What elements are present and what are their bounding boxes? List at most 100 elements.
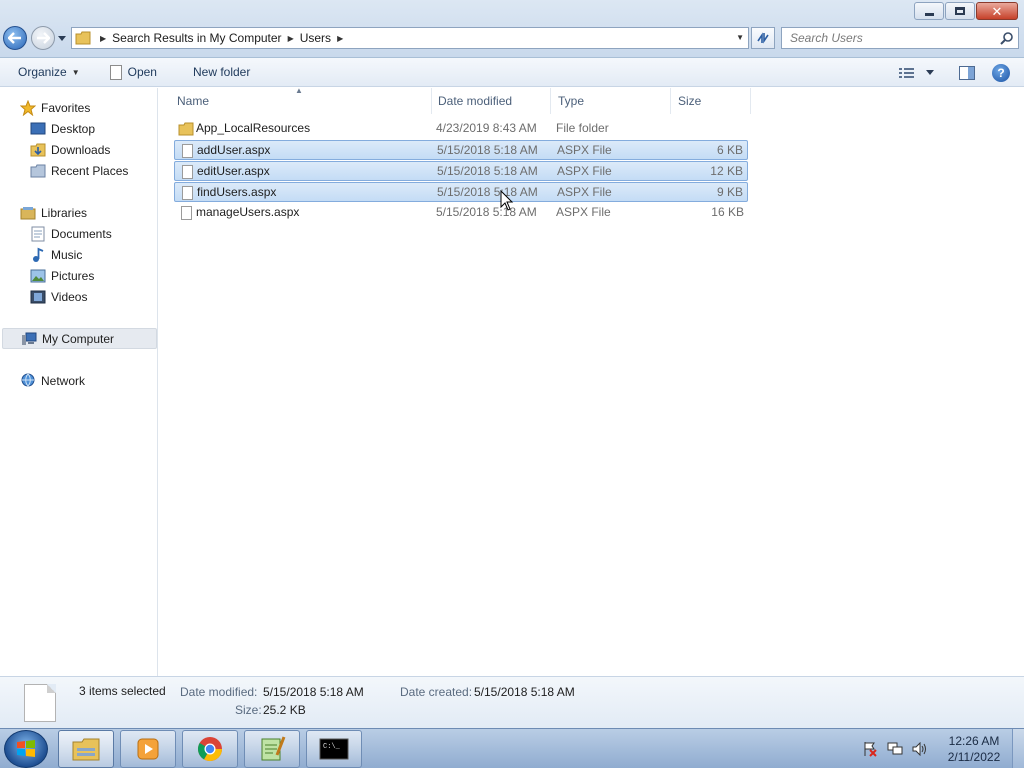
column-header-type[interactable]: Type bbox=[551, 88, 671, 114]
nav-libraries[interactable]: Libraries bbox=[20, 202, 87, 223]
search-box[interactable] bbox=[781, 27, 1019, 49]
file-type: ASPX File bbox=[557, 164, 612, 178]
nav-desktop[interactable]: Desktop bbox=[30, 118, 95, 139]
search-icon[interactable] bbox=[1000, 31, 1014, 48]
file-date: 4/23/2019 8:43 AM bbox=[436, 121, 537, 135]
date-created-value: 5/15/2018 5:18 AM bbox=[474, 685, 575, 699]
taskbar-command-prompt[interactable]: C:\_ bbox=[306, 730, 362, 768]
view-options-dropdown[interactable] bbox=[922, 62, 938, 84]
new-folder-label: New folder bbox=[192, 65, 251, 79]
column-header-size[interactable]: Size bbox=[671, 88, 751, 114]
show-desktop-button[interactable] bbox=[1012, 729, 1024, 768]
nav-label: Favorites bbox=[41, 100, 91, 115]
close-button[interactable]: ✕ bbox=[976, 2, 1018, 20]
open-button[interactable]: Open bbox=[102, 61, 165, 83]
file-name: manageUsers.aspx bbox=[196, 205, 300, 219]
svg-text:C:\_: C:\_ bbox=[323, 743, 341, 751]
nav-videos[interactable]: Videos bbox=[30, 286, 87, 307]
date-modified-label: Date modified: bbox=[180, 685, 258, 699]
column-header-date-modified[interactable]: Date modified bbox=[431, 88, 551, 114]
film-icon bbox=[30, 289, 46, 305]
computer-icon bbox=[21, 331, 37, 347]
breadcrumb-users[interactable]: Users bbox=[300, 31, 331, 45]
taskbar-explorer[interactable] bbox=[58, 730, 114, 768]
file-date: 5/15/2018 5:18 AM bbox=[437, 143, 538, 157]
recent-pages-button[interactable] bbox=[57, 32, 67, 44]
file-name: findUsers.aspx bbox=[197, 185, 277, 199]
preview-pane-button[interactable] bbox=[952, 62, 982, 84]
minimize-icon bbox=[924, 12, 934, 16]
taskbar-chrome[interactable] bbox=[182, 730, 238, 768]
breadcrumb-separator: ▶ bbox=[337, 33, 344, 43]
file-list: ▲ Name Date modified Type Size App_Local… bbox=[159, 86, 1024, 676]
new-folder-button[interactable]: New folder bbox=[185, 61, 258, 83]
arrow-right-icon bbox=[37, 32, 50, 44]
refresh-button[interactable] bbox=[751, 27, 775, 49]
column-headers: ▲ Name Date modified Type Size bbox=[159, 86, 1024, 114]
column-header-name[interactable]: Name bbox=[170, 88, 432, 114]
details-view-icon bbox=[899, 67, 914, 78]
nav-pictures[interactable]: Pictures bbox=[30, 265, 94, 286]
windows-logo-icon bbox=[17, 740, 35, 757]
minimize-button[interactable] bbox=[914, 2, 944, 20]
nav-favorites[interactable]: Favorites bbox=[20, 97, 90, 118]
explorer-icon bbox=[72, 738, 100, 761]
back-button[interactable] bbox=[3, 26, 27, 50]
clock[interactable]: 12:26 AM 2/11/2022 bbox=[936, 733, 1012, 765]
folder-icon bbox=[72, 31, 94, 45]
forward-button[interactable] bbox=[31, 26, 55, 50]
nav-network[interactable]: Network bbox=[20, 370, 85, 391]
maximize-button[interactable] bbox=[945, 2, 975, 20]
breadcrumb-search-results[interactable]: Search Results in My Computer bbox=[112, 31, 281, 45]
notepad-plus-plus-icon bbox=[261, 736, 286, 761]
refresh-icon bbox=[757, 32, 769, 44]
nav-label: Music bbox=[51, 247, 83, 262]
nav-label: Recent Places bbox=[51, 163, 129, 178]
mouse-cursor-icon bbox=[500, 189, 514, 215]
breadcrumb-separator: ▶ bbox=[100, 33, 107, 43]
address-bar[interactable]: ▶ Search Results in My Computer ▶ Users … bbox=[71, 27, 749, 49]
file-row[interactable]: manageUsers.aspx 5/15/2018 5:18 AM ASPX … bbox=[174, 203, 748, 223]
nav-music[interactable]: Music bbox=[30, 244, 82, 265]
date-created-label: Date created: bbox=[400, 685, 473, 699]
document-icon bbox=[24, 684, 56, 722]
network-status-icon[interactable] bbox=[887, 741, 903, 757]
file-size: 6 KB bbox=[716, 143, 743, 157]
title-bar: ✕ ▶ Search Results in My Computer ▶ User… bbox=[0, 0, 1024, 58]
desktop-icon bbox=[30, 121, 46, 137]
file-row[interactable]: App_LocalResources 4/23/2019 8:43 AM Fil… bbox=[174, 119, 748, 139]
nav-recent-places[interactable]: Recent Places bbox=[30, 160, 128, 181]
music-note-icon bbox=[30, 247, 46, 263]
command-bar: Organize ▼ Open New folder ? bbox=[0, 58, 1024, 87]
nav-documents[interactable]: Documents bbox=[30, 223, 112, 244]
file-row[interactable]: addUser.aspx 5/15/2018 5:18 AM ASPX File… bbox=[174, 140, 748, 160]
change-view-button[interactable] bbox=[892, 62, 922, 84]
media-player-icon bbox=[137, 738, 159, 760]
nav-my-computer[interactable]: My Computer bbox=[2, 328, 157, 349]
file-row[interactable]: findUsers.aspx 5/15/2018 5:18 AM ASPX Fi… bbox=[174, 182, 748, 202]
help-button[interactable]: ? bbox=[992, 63, 1010, 82]
chrome-icon bbox=[197, 737, 222, 762]
file-type: ASPX File bbox=[557, 143, 612, 157]
file-name: editUser.aspx bbox=[197, 164, 270, 178]
taskbar-media-player[interactable] bbox=[120, 730, 176, 768]
date-modified-value: 5/15/2018 5:18 AM bbox=[263, 685, 364, 699]
nav-label: Pictures bbox=[51, 268, 95, 283]
documents-icon bbox=[30, 226, 46, 242]
address-history-dropdown[interactable]: ▼ bbox=[736, 33, 744, 42]
nav-label: Documents bbox=[51, 226, 112, 241]
nav-downloads[interactable]: Downloads bbox=[30, 139, 110, 160]
nav-label: Videos bbox=[51, 289, 88, 304]
chevron-down-icon bbox=[58, 35, 66, 41]
view-controls: ? bbox=[892, 58, 1024, 87]
document-icon bbox=[179, 164, 195, 180]
details-pane: 3 items selected Date modified: 5/15/201… bbox=[0, 676, 1024, 728]
action-center-flag-icon[interactable] bbox=[862, 741, 878, 757]
taskbar-notepad-plus-plus[interactable] bbox=[244, 730, 300, 768]
start-button[interactable] bbox=[4, 730, 48, 768]
selection-count: 3 items selected bbox=[79, 684, 166, 698]
organize-button[interactable]: Organize ▼ bbox=[10, 61, 88, 83]
search-input[interactable] bbox=[790, 31, 990, 45]
file-row[interactable]: editUser.aspx 5/15/2018 5:18 AM ASPX Fil… bbox=[174, 161, 748, 181]
volume-icon[interactable] bbox=[912, 741, 928, 757]
